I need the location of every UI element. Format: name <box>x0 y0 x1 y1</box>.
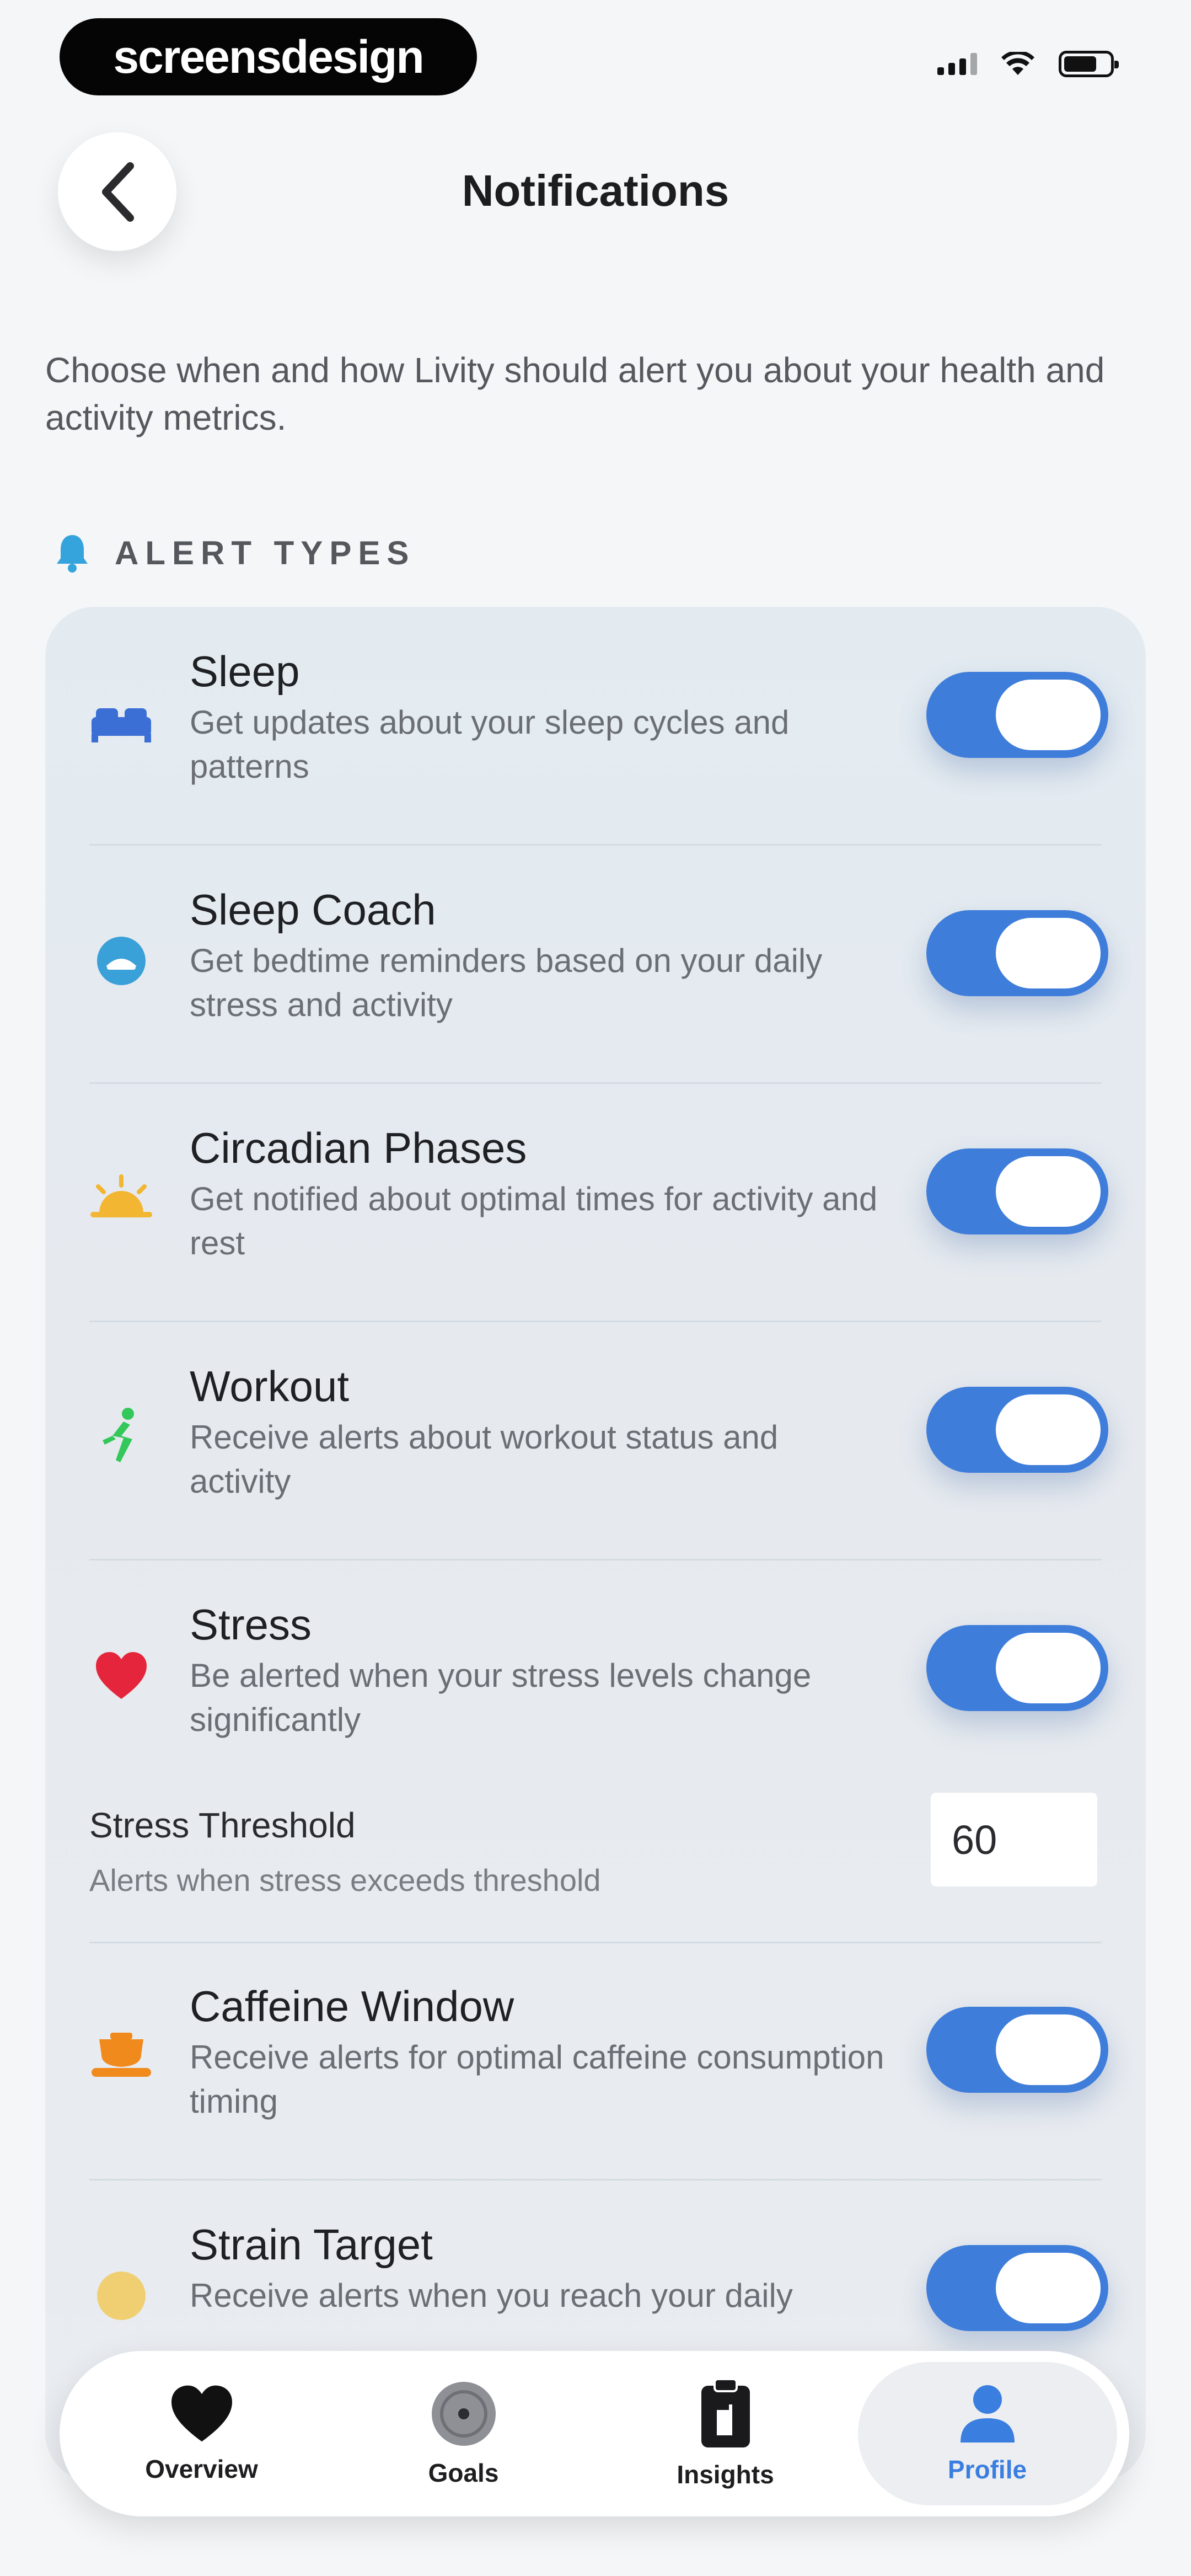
alert-description: Get updates about your sleep cycles and … <box>190 704 790 785</box>
alert-title: Sleep Coach <box>190 885 436 934</box>
wifi-icon <box>1001 52 1034 75</box>
tab-label: Profile <box>947 2455 1027 2484</box>
intro-text: Choose when and how Livity should alert … <box>45 350 1105 437</box>
circadian-phases-toggle[interactable] <box>926 1148 1108 1234</box>
sleep-coach-icon <box>88 928 154 994</box>
tab-overview[interactable]: Overview <box>72 2362 331 2505</box>
cellular-signal-icon <box>937 53 977 75</box>
stress-toggle[interactable] <box>926 1625 1108 1711</box>
tab-label: Overview <box>145 2455 258 2483</box>
alert-description: Receive alerts for optimal caffeine cons… <box>190 2039 884 2120</box>
alert-title: Sleep <box>190 647 300 696</box>
tab-label: Goals <box>428 2459 499 2487</box>
caffeine-window-toggle[interactable] <box>926 2007 1108 2093</box>
tab-label: Insights <box>677 2460 774 2489</box>
section-label: ALERT TYPES <box>115 534 416 571</box>
watermark-text: screensdesign <box>113 30 424 83</box>
battery-icon <box>1059 51 1119 77</box>
alert-description: Receive alerts about workout status and … <box>190 1419 779 1500</box>
sleep-coach-toggle[interactable] <box>926 910 1108 996</box>
stress-threshold-input[interactable]: 60 <box>931 1793 1097 1886</box>
strain-target-toggle[interactable] <box>926 2245 1108 2331</box>
heart-icon <box>171 2385 232 2442</box>
alert-title: Stress <box>190 1600 312 1649</box>
tab-goals[interactable]: Goals <box>334 2362 593 2505</box>
tab-insights[interactable]: Insights <box>596 2362 855 2505</box>
alert-description: Be alerted when your stress levels chang… <box>190 1657 812 1738</box>
status-icons <box>937 51 1119 77</box>
alert-description: Receive alerts when you reach your daily <box>190 2277 793 2314</box>
alert-row-sleep: Sleep Get updates about your sleep cycle… <box>45 607 1146 846</box>
sunrise-icon <box>88 1166 154 1232</box>
alert-title: Circadian Phases <box>190 1124 527 1172</box>
alert-types-card: Sleep Get updates about your sleep cycle… <box>45 607 1146 2482</box>
watermark-logo: screensdesign <box>60 18 477 95</box>
stress-threshold-row: Stress Threshold Alerts when stress exce… <box>45 1793 1146 1958</box>
sleep-toggle[interactable] <box>926 672 1108 758</box>
target-icon <box>431 2382 496 2446</box>
page-title: Notifications <box>462 166 729 215</box>
alert-row-caffeine-window: Caffeine Window Receive alerts for optim… <box>45 1942 1146 2180</box>
alert-title: Caffeine Window <box>190 1982 514 2030</box>
clipboard-icon <box>701 2378 750 2447</box>
alert-row-workout: Workout Receive alerts about workout sta… <box>45 1322 1146 1560</box>
threshold-description: Alerts when stress exceeds threshold <box>89 1863 601 1898</box>
alert-title: Workout <box>190 1362 349 1410</box>
person-icon <box>960 2385 1015 2443</box>
alert-description: Get bedtime reminders based on your dail… <box>190 942 823 1023</box>
alert-title: Strain Target <box>190 2220 433 2269</box>
coffee-icon <box>88 2024 154 2091</box>
bell-icon <box>57 535 88 573</box>
tab-profile[interactable]: Profile <box>857 2362 1117 2505</box>
bed-icon <box>88 690 154 756</box>
section-header: ALERT TYPES <box>55 531 415 575</box>
status-bar: screensdesign <box>0 0 1191 110</box>
workout-toggle[interactable] <box>926 1387 1108 1473</box>
tab-bar: Overview Goals Insights Profile <box>60 2351 1129 2516</box>
threshold-title: Stress Threshold <box>89 1805 356 1845</box>
alert-row-stress: Stress Be alerted when your stress level… <box>45 1560 1146 1792</box>
running-icon <box>88 1404 154 1471</box>
alert-row-sleep-coach: Sleep Coach Get bedtime reminders based … <box>45 845 1146 1084</box>
heart-icon <box>88 1643 154 1709</box>
alert-description: Get notified about optimal times for act… <box>190 1180 878 1262</box>
alert-row-circadian-phases: Circadian Phases Get notified about opti… <box>45 1083 1146 1322</box>
strain-icon <box>88 2263 154 2329</box>
